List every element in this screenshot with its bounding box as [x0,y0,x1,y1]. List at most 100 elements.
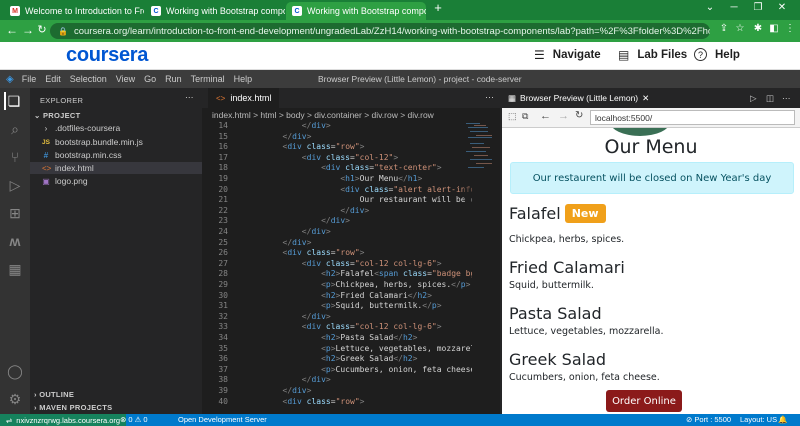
file-name: index.html [55,163,94,173]
code-line[interactable]: <div class="text-center"> [244,163,441,172]
code-line[interactable]: </div> [244,206,369,215]
minimize-icon[interactable]: ─ [724,2,744,13]
file-bootstrap-css[interactable]: # bootstrap.min.css [42,149,122,161]
share-icon[interactable]: ⇪ [716,23,732,34]
port-indicator[interactable]: ⊘ Port : 5500 [686,415,731,424]
menu-view[interactable]: View [116,74,135,84]
code-line[interactable]: Our restaurant will be c [244,195,472,204]
search-icon[interactable]: ⌕ [6,120,24,138]
file-index-html[interactable]: <> index.html [30,162,202,174]
code-line[interactable]: <h2>Greek Salad</h2> [244,354,417,363]
file-logo-png[interactable]: ▣ logo.png [42,175,87,187]
coursera-header: coursera ☰ Navigate ▤ Lab Files ? Help [0,42,800,70]
run-icon[interactable]: ▷ [750,93,757,104]
menu-icon[interactable]: ⋮ [782,23,798,34]
problems-indicator[interactable]: ⊗ 0 ⚠ 0 [120,415,148,424]
code-line[interactable]: <div class="row"> [244,397,365,406]
code-line[interactable]: </div> [244,386,312,395]
code-line[interactable]: <h1>Our Menu</h1> [244,174,422,183]
remote-indicator[interactable]: ⇌ nxivznzrqrwg.labs.coursera.org [0,414,127,426]
account-icon[interactable]: ◯ [6,362,24,380]
code-line[interactable]: <h2>Pasta Salad</h2> [244,333,417,342]
code-line[interactable]: <div class="col-12 col-lg-6"> [244,259,442,268]
code-line[interactable]: <div class="row"> [244,248,365,257]
menu-run[interactable]: Run [165,74,182,84]
explorer-icon[interactable]: ❏ [4,92,22,110]
code-line[interactable]: <p>Chickpea, herbs, spices.</p> [244,280,470,289]
open-dev-server-button[interactable]: Open Development Server [178,415,267,424]
new-tab-button[interactable]: + [428,0,448,15]
code-line[interactable]: <p>Cucumbers, onion, feta cheese [244,365,472,374]
code-line[interactable]: </div> [244,375,331,384]
maven-icon[interactable]: ʍ [6,232,24,250]
file-dotfiles[interactable]: › .dotfiles-coursera [42,122,121,134]
code-line[interactable]: <div class="row"> [244,142,365,151]
minimap[interactable] [464,121,498,201]
code-line[interactable]: </div> [244,216,350,225]
preview-tab[interactable]: ▦ Browser Preview (Little Lemon) ✕ ▷ ◫ ⋯ [500,88,800,108]
reload-icon[interactable]: ↻ [575,110,583,121]
menu-go[interactable]: Go [144,74,156,84]
close-window-icon[interactable]: ✕ [772,2,792,13]
dish-greek-salad: Greek Salad [509,350,607,369]
preview-icon[interactable]: ▦ [6,260,24,278]
back-icon[interactable]: ← [540,110,551,122]
code-area[interactable]: 14 </div> 15 </div> 16 <div class="row"> 17… [202,121,472,414]
more-actions-icon[interactable]: ⋯ [485,92,494,103]
code-line[interactable]: <p>Squid, buttermilk.</p> [244,301,441,310]
code-line[interactable]: <div class="col-12 col-lg-6"> [244,322,442,331]
extensions-icon[interactable]: ⊞ [6,204,24,222]
menu-selection[interactable]: Selection [70,74,107,84]
code-line[interactable]: </div> [244,238,312,247]
close-icon[interactable]: ✕ [642,93,649,104]
back-icon[interactable]: ← [4,23,20,37]
extensions-icon[interactable]: ✱ [750,23,766,34]
restore-icon[interactable]: ❐ [748,2,768,13]
address-bar: ← → ↻ 🔒 coursera.org/learn/introduction-… [0,20,800,42]
outline-section[interactable]: › OUTLINE [34,390,74,399]
code-line[interactable]: </div> [244,132,312,141]
reload-icon[interactable]: ↻ [34,23,50,36]
code-line[interactable]: </div> [244,312,331,321]
browser-tab-coursera-1[interactable]: C Working with Bootstrap compo ✕ [145,2,285,20]
code-line[interactable]: <div class="col-12"> [244,153,398,162]
bookmark-icon[interactable]: ☆ [732,23,748,34]
maven-section[interactable]: › MAVEN PROJECTS [34,403,112,412]
code-line[interactable]: <h2>Fried Calamari</h2> [244,291,432,300]
split-editor-icon[interactable]: ◫ [766,93,774,104]
code-line[interactable]: <p>Lettuce, vegetables, mozzarel [244,344,472,353]
breadcrumb[interactable]: index.html > html > body > div.container… [202,108,500,121]
tab-search-icon[interactable]: ⌄ [700,2,720,13]
run-debug-icon[interactable]: ▷ [6,176,24,194]
code-line[interactable]: <h2>Falafel<span class="badge bg [244,269,472,278]
sidepanel-icon[interactable]: ◧ [766,23,782,34]
more-actions-icon[interactable]: ⋯ [185,92,194,103]
code-line[interactable]: <div class="alert alert-info [244,185,472,194]
inspect-icon[interactable]: ⬚ [508,111,517,122]
menu-help[interactable]: Help [234,74,253,84]
editor-tab-index-html[interactable]: <> index.html [208,88,280,108]
url-field[interactable]: 🔒 coursera.org/learn/introduction-to-fro… [50,23,710,39]
source-control-icon[interactable]: ⑂ [6,148,24,166]
browser-tab-gmail[interactable]: M Welcome to Introduction to Fro ✕ [4,2,144,20]
code-line[interactable]: </div> [244,121,331,130]
lab-files-button[interactable]: ▤ Lab Files [618,48,687,62]
layout-indicator[interactable]: Layout: US [740,415,777,424]
order-online-button[interactable]: Order Online [606,390,682,412]
navigate-button[interactable]: ☰ Navigate [534,48,601,62]
settings-gear-icon[interactable]: ⚙ [6,390,24,408]
coursera-logo[interactable]: coursera [66,44,148,67]
notifications-icon[interactable]: 🔔 [778,415,787,424]
project-folder-header[interactable]: ⌄ PROJECT [34,111,81,120]
preview-url-field[interactable]: localhost:5500/ [590,110,795,125]
more-actions-icon[interactable]: ⋯ [782,93,791,104]
menu-edit[interactable]: Edit [45,74,61,84]
browser-tab-coursera-active[interactable]: C Working with Bootstrap compo ✕ [286,2,426,20]
menu-terminal[interactable]: Terminal [191,74,225,84]
screenshot-icon[interactable]: ⧉ [522,111,528,122]
file-bootstrap-js[interactable]: JS bootstrap.bundle.min.js [42,136,143,148]
menu-file[interactable]: File [22,74,37,84]
code-line[interactable]: </div> [244,227,331,236]
help-button[interactable]: ? Help [694,48,740,61]
forward-icon[interactable]: → [558,110,569,122]
